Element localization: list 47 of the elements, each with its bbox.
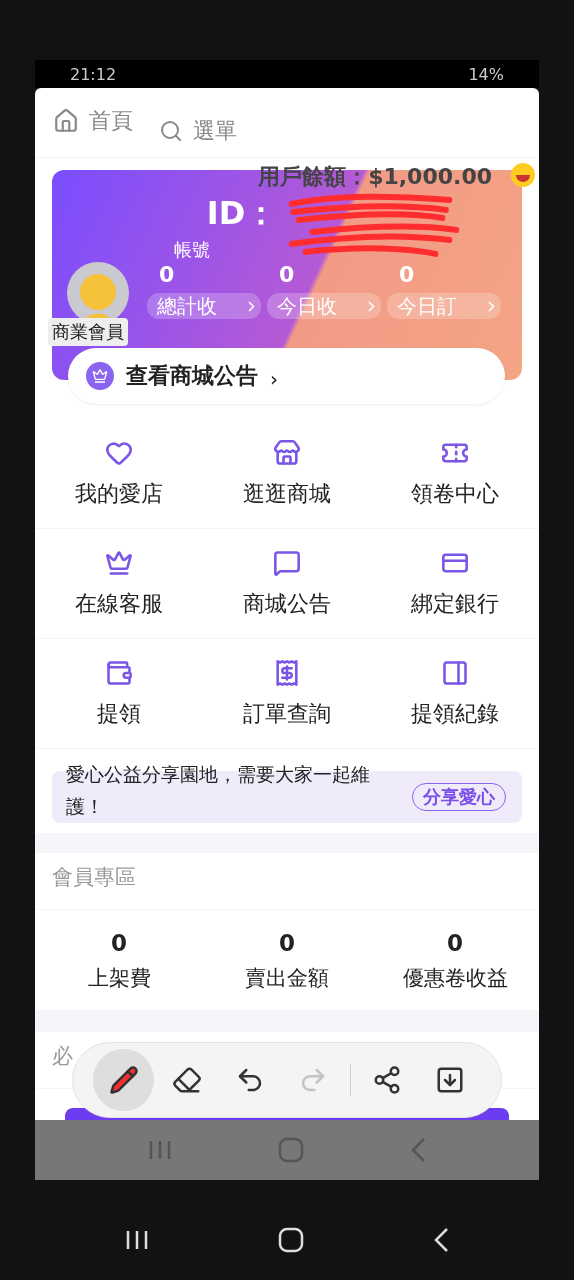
message-icon: [273, 548, 301, 577]
chevron-icon: [248, 300, 255, 312]
clock: 21:12: [70, 64, 117, 84]
chevron-icon: [488, 300, 495, 312]
menu-item[interactable]: 我的愛店: [35, 419, 203, 529]
menu-item[interactable]: 提領: [35, 639, 203, 749]
menu-item[interactable]: 在線客服: [35, 529, 203, 639]
stat-value: 0: [399, 262, 415, 287]
pencil-icon: [108, 1065, 139, 1095]
stat-value: 0: [279, 930, 295, 956]
menu-item[interactable]: 綁定銀行: [371, 529, 539, 639]
crown-icon: [86, 362, 114, 390]
stat-value: 0: [447, 930, 463, 956]
wallet-icon: [105, 658, 133, 687]
stat-label: 上架費: [87, 965, 151, 992]
section-title: 會員專區: [35, 853, 539, 910]
menu-item[interactable]: 商城公告: [203, 529, 371, 639]
member-badge: 商業會員: [48, 318, 128, 346]
stat-value: 0: [111, 930, 127, 956]
notice-link[interactable]: 查看商城公告 ›: [68, 348, 505, 404]
account-label: 帳號: [174, 238, 210, 262]
stat-label: 賣出金額: [245, 965, 329, 992]
home-link[interactable]: 首頁: [53, 106, 133, 136]
menu-item[interactable]: 訂單查詢: [203, 639, 371, 749]
panel-icon: [441, 658, 469, 687]
receipt-icon: [273, 658, 301, 687]
eraser-icon: [171, 1065, 202, 1095]
menu-item[interactable]: 提領紀錄: [371, 639, 539, 749]
smiley-icon: [510, 162, 536, 188]
stat-value: 0: [159, 262, 175, 287]
battery-level: 14%: [468, 64, 504, 84]
user-id: ID：: [206, 193, 278, 234]
charity-text: 愛心公益分享園地，需要大家一起維護！: [66, 762, 371, 819]
stat-label: 優惠卷收益: [402, 965, 508, 992]
pen-button[interactable]: [93, 1049, 155, 1111]
download-icon: [435, 1065, 466, 1095]
menu-item[interactable]: 領卷中心: [371, 419, 539, 529]
menu-link[interactable]: 選單: [159, 116, 237, 146]
recent-apps-icon[interactable]: [124, 1229, 149, 1251]
crown-icon: [105, 548, 133, 577]
balance-text: 用戶餘額：$1,000.00: [258, 163, 492, 191]
store-icon: [273, 438, 301, 467]
stat-value: 0: [279, 262, 295, 287]
menu-item[interactable]: 逛逛商城: [203, 419, 371, 529]
home-icon: [53, 108, 79, 134]
chevron-icon: [368, 300, 375, 312]
search-icon: [159, 119, 183, 143]
